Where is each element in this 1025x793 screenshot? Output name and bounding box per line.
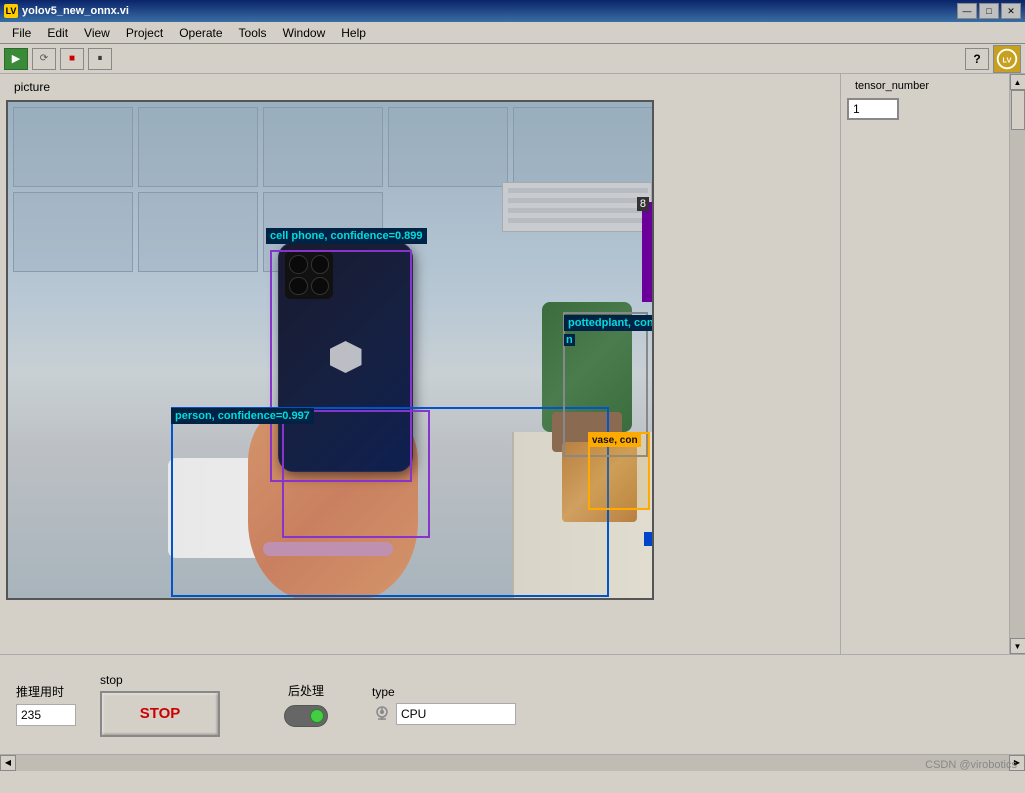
toolbar: ▶ ⟳ ■ ⏸ ? LV [0, 44, 1025, 74]
run-button[interactable]: ▶ [4, 48, 28, 70]
type-section: type CPU [372, 685, 516, 725]
menu-window[interactable]: Window [275, 24, 334, 42]
status-bar: CSDN @virobotics [0, 770, 1025, 790]
robot-icon [373, 705, 391, 723]
ceiling-tile-1 [13, 107, 133, 187]
postprocess-section: 后处理 [284, 682, 328, 727]
maximize-button[interactable]: □ [979, 3, 999, 19]
scroll-left-button[interactable]: ◀ [0, 755, 16, 771]
detection-person-box [171, 407, 609, 597]
postprocess-label: 后处理 [288, 682, 324, 699]
tensor-number-label: tensor_number [855, 80, 1019, 92]
close-button[interactable]: ✕ [1001, 3, 1021, 19]
detection-vase-label: vase, con [589, 434, 641, 447]
hscroll-track [16, 755, 1009, 771]
title-bar: LV yolov5_new_onnx.vi — □ ✕ [0, 0, 1025, 22]
ac-vent [502, 182, 652, 232]
pause-button[interactable]: ⏸ [88, 48, 112, 70]
toggle-knob [310, 709, 324, 723]
detection-person-label: person, confidence=0.997 [171, 408, 314, 424]
scroll-down-button[interactable]: ▼ [1010, 638, 1025, 654]
menu-edit[interactable]: Edit [39, 24, 76, 42]
horizontal-scrollbar: ◀ ▶ [0, 754, 1025, 770]
scroll-track [1010, 90, 1025, 638]
image-number-8: 8 [637, 197, 649, 211]
app-icon: LV [4, 4, 18, 18]
detection-plant-label: pottedplant, confi [564, 315, 654, 331]
menu-help[interactable]: Help [333, 24, 374, 42]
image-display: cell phone, confidence=0.899 person, con… [6, 100, 654, 600]
ceiling-tile-7 [138, 192, 258, 272]
menu-tools[interactable]: Tools [231, 24, 275, 42]
ceiling-tile-5 [513, 107, 653, 187]
type-input[interactable]: CPU [396, 703, 516, 725]
type-icon [372, 704, 392, 724]
bottom-controls: 推理用时 235 stop STOP 后处理 type [0, 654, 1025, 754]
menu-project[interactable]: Project [118, 24, 171, 42]
title-text: LV yolov5_new_onnx.vi [4, 4, 129, 18]
partial-blue-rect [644, 532, 652, 546]
watermark-text: CSDN @virobotics [925, 759, 1017, 771]
window-controls: — □ ✕ [957, 3, 1021, 19]
labview-icon: LV [993, 45, 1021, 73]
postprocess-toggle[interactable] [284, 705, 328, 727]
menu-view[interactable]: View [76, 24, 118, 42]
scroll-thumb[interactable] [1011, 90, 1025, 130]
inference-section: 推理用时 235 [16, 683, 76, 726]
main-content: picture [0, 74, 1025, 654]
ceiling-tile-2 [138, 107, 258, 187]
stop-button[interactable]: STOP [100, 691, 220, 737]
scroll-up-button[interactable]: ▲ [1010, 74, 1025, 90]
type-label: type [372, 685, 516, 699]
stop-section: stop STOP [100, 673, 220, 737]
inference-value-display: 235 [16, 704, 76, 726]
right-sidebar: tensor_number 1 [840, 74, 1025, 654]
tensor-number-input[interactable]: 1 [847, 98, 899, 120]
type-input-row: CPU [372, 703, 516, 725]
abort-button[interactable]: ■ [60, 48, 84, 70]
vertical-scrollbar[interactable]: ▲ ▼ [1009, 74, 1025, 654]
help-button[interactable]: ? [965, 48, 989, 70]
menu-bar: File Edit View Project Operate Tools Win… [0, 22, 1025, 44]
detection-plant-label2: n [564, 334, 575, 346]
ceiling-tile-6 [13, 192, 133, 272]
stop-label: stop [100, 673, 220, 687]
ceiling-tile-4 [388, 107, 508, 187]
canvas-panel: picture [0, 74, 840, 654]
svg-text:LV: LV [1003, 55, 1012, 64]
ceiling-tile-3 [263, 107, 383, 187]
inference-label: 推理用时 [16, 683, 76, 700]
partial-purple-rect [642, 202, 652, 302]
window-title: yolov5_new_onnx.vi [22, 5, 129, 17]
detection-cellphone-label: cell phone, confidence=0.899 [266, 228, 427, 244]
run-once-button[interactable]: ⟳ [32, 48, 56, 70]
picture-label: picture [14, 80, 834, 94]
minimize-button[interactable]: — [957, 3, 977, 19]
menu-file[interactable]: File [4, 24, 39, 42]
menu-operate[interactable]: Operate [171, 24, 230, 42]
